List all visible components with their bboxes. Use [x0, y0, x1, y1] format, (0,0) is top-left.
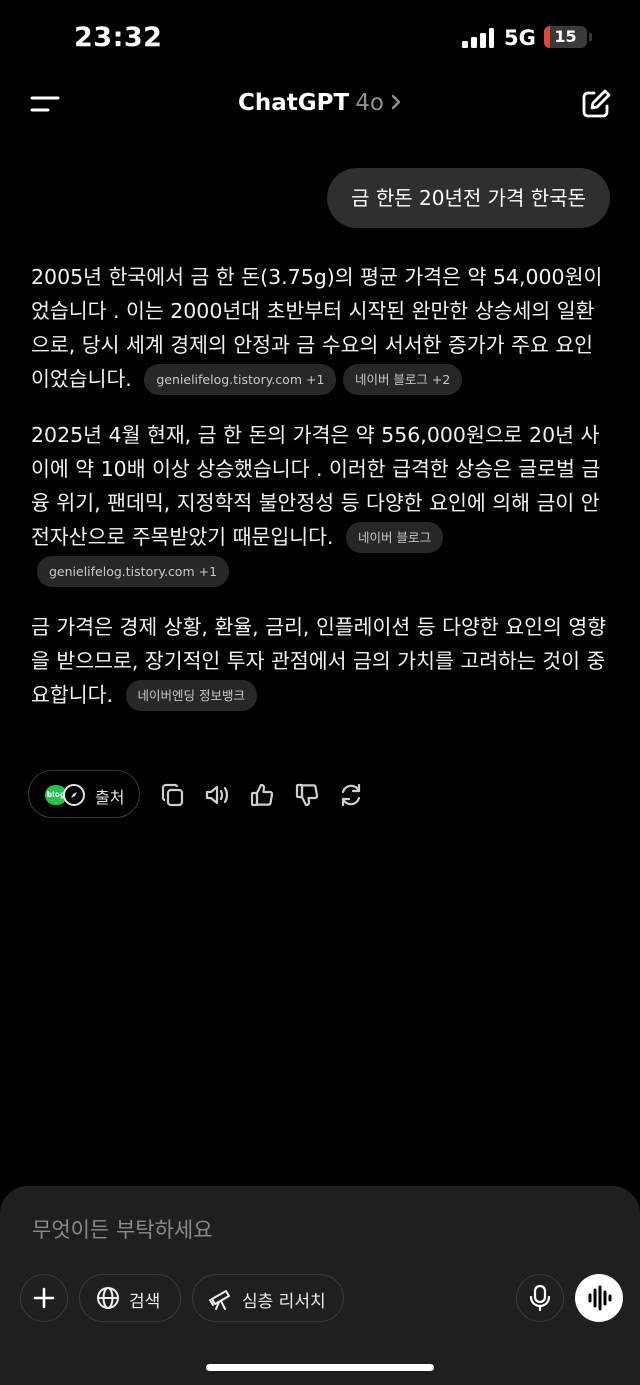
source-chip[interactable]: 네이버 블로그: [345, 522, 443, 553]
paragraph-text: 2025년 4월 현재, 금 한 돈의 가격은 약 556,000원으로 20년…: [31, 423, 601, 549]
app-header: ChatGPT 4o: [0, 76, 640, 132]
source-chip[interactable]: 네이버엔딩 정보뱅크: [125, 680, 257, 711]
status-time: 23:32: [74, 22, 163, 53]
sources-button[interactable]: blog 출처: [28, 770, 140, 818]
telescope-icon: [209, 1290, 230, 1310]
thumbs-up-button[interactable]: [249, 782, 275, 808]
compass-icon: [63, 784, 85, 806]
user-message-bubble: 금 한돈 20년전 가격 한국돈: [327, 168, 610, 228]
deep-research-label: 심층 리서치: [242, 1292, 326, 1312]
chevron-right-icon: [390, 91, 402, 117]
status-bar: 23:32 5G 15: [0, 0, 640, 76]
edit-icon: [582, 89, 611, 118]
copy-icon: [161, 783, 184, 807]
source-chip[interactable]: genielifelog.tistory.com +1: [37, 556, 230, 587]
message-composer: 무엇이든 부탁하세요 검색 심층 리서치: [0, 1186, 640, 1385]
microphone-icon: [529, 1284, 551, 1312]
globe-icon: [97, 1287, 119, 1309]
search-label: 검색: [129, 1292, 161, 1312]
sources-label: 출처: [95, 788, 125, 807]
regenerate-icon: [341, 783, 361, 807]
source-chip[interactable]: 네이버 블로그 +2: [342, 364, 463, 395]
network-type: 5G: [504, 26, 536, 50]
voice-mode-button[interactable]: [575, 1274, 623, 1322]
message-actions: blog 출처: [28, 770, 388, 820]
thumbs-down-icon: [295, 783, 319, 807]
home-indicator: [206, 1364, 434, 1371]
response-paragraph: 2025년 4월 현재, 금 한 돈의 가격은 약 556,000원으로 20년…: [31, 418, 611, 588]
model-name: 4o: [355, 90, 384, 116]
message-input[interactable]: 무엇이든 부탁하세요: [32, 1214, 213, 1244]
search-button[interactable]: 검색: [79, 1274, 181, 1322]
battery-percent: 15: [554, 27, 577, 46]
model-selector[interactable]: ChatGPT 4o: [0, 90, 640, 117]
regenerate-button[interactable]: [338, 782, 364, 808]
plus-icon: [33, 1287, 55, 1309]
dictation-button[interactable]: [516, 1274, 564, 1322]
paragraph-text: 금 가격은 경제 상황, 환율, 금리, 인플레이션 등 다양한 요인의 영향을…: [31, 615, 607, 707]
response-paragraph: 2005년 한국에서 금 한 돈(3.75g)의 평균 가격은 약 54,000…: [31, 260, 611, 396]
new-chat-button[interactable]: [578, 86, 614, 122]
waveform-icon: [588, 1285, 612, 1311]
thumbs-down-button[interactable]: [294, 782, 320, 808]
thumbs-up-icon: [250, 783, 274, 807]
source-chip[interactable]: genielifelog.tistory.com +1: [144, 364, 337, 395]
assistant-message: 2005년 한국에서 금 한 돈(3.75g)의 평균 가격은 약 54,000…: [31, 260, 611, 734]
deep-research-button[interactable]: 심층 리서치: [192, 1274, 344, 1322]
app-title: ChatGPT: [238, 90, 350, 116]
battery-cap: [589, 33, 592, 41]
response-paragraph: 금 가격은 경제 상황, 환율, 금리, 인플레이션 등 다양한 요인의 영향을…: [31, 610, 611, 712]
cellular-signal-icon: [462, 28, 494, 48]
attach-button[interactable]: [20, 1274, 68, 1322]
battery-icon: 15: [544, 26, 587, 48]
read-aloud-icon: [205, 785, 229, 805]
read-aloud-button[interactable]: [204, 782, 230, 808]
copy-button[interactable]: [160, 782, 186, 808]
